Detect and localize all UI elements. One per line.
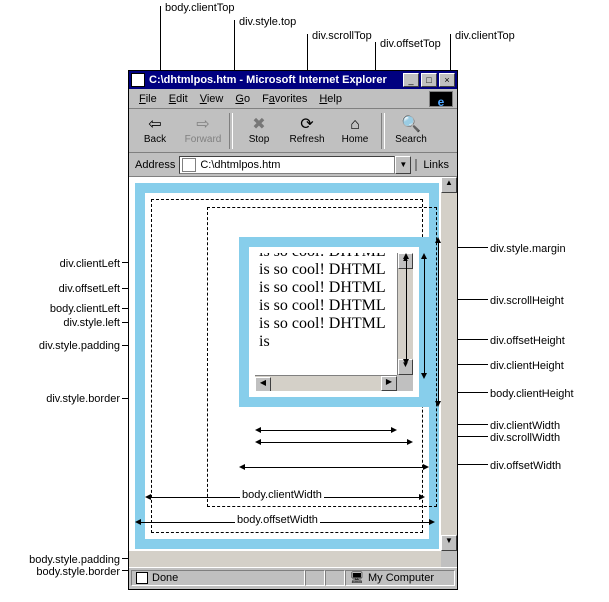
content-area: is so cool! DHTML is so cool! DHTML is s… [129,177,457,567]
menu-go[interactable]: Go [229,91,256,107]
window-title: C:\dhtmlpos.htm - Microsoft Internet Exp… [149,74,401,86]
menu-file[interactable]: File [133,91,163,107]
scrollbar-corner [441,551,457,567]
scroll-down-button[interactable]: ▼ [441,535,457,551]
search-icon: 🔍 [401,116,421,134]
label-div-style-border: div.style.border [40,393,120,405]
menu-help[interactable]: Help [313,91,348,107]
links-label[interactable]: Links [415,159,455,171]
page-icon [182,158,196,172]
home-icon: ⌂ [350,116,360,134]
address-bar: Address C:\dhtmlpos.htm ▼ Links [129,153,457,177]
label-div-style-padding: div.style.padding [30,340,120,352]
label-div-offsetWidth: div.offsetWidth [490,460,561,472]
address-value: C:\dhtmlpos.htm [200,159,280,171]
browser-window: C:\dhtmlpos.htm - Microsoft Internet Exp… [128,70,458,590]
minimize-button[interactable]: _ [403,73,419,87]
forward-arrow-icon: ⇨ [196,116,209,134]
dim-body-offsetWidth: body.offsetWidth [135,517,435,527]
label-div-clientTop: div.clientTop [455,30,515,42]
close-button[interactable]: × [439,73,455,87]
label-div-offsetHeight: div.offsetHeight [490,335,565,347]
scrollbar-corner [397,375,413,391]
title-bar: C:\dhtmlpos.htm - Microsoft Internet Exp… [129,71,457,89]
maximize-button[interactable]: □ [421,73,437,87]
label-div-scrollTop: div.scrollTop [312,30,372,42]
label-body-style-border: body.style.border [18,566,120,578]
status-pane [325,570,345,586]
status-bar: Done 🖥 My Computer [129,567,457,587]
label-div-clientWidth: div.clientWidth [490,420,560,432]
ie-logo-icon: e [429,91,453,107]
toolbar-separator [381,113,385,149]
dim-div-scrollWidth [255,437,413,447]
window-icon [131,73,145,87]
address-label: Address [131,159,179,171]
dim-div-scrollHeight [419,253,429,379]
label-div-style-top: div.style.top [239,16,296,28]
scroll-up-button[interactable]: ▲ [441,177,457,193]
address-dropdown[interactable]: ▼ [395,156,411,174]
stop-icon: ✖ [252,116,265,134]
refresh-icon: ⟳ [300,116,313,134]
status-done-text: Done [152,572,178,584]
menu-edit[interactable]: Edit [163,91,194,107]
label-div-style-margin: div.style.margin [490,243,566,255]
scroll-right-button[interactable]: ▶ [381,376,397,391]
label-div-offsetLeft: div.offsetLeft [48,283,120,295]
page-icon [136,572,148,584]
menu-favorites[interactable]: Favorites [256,91,313,107]
label-body-clientHeight: body.clientHeight [490,388,574,400]
label-div-clientLeft: div.clientLeft [48,258,120,270]
computer-icon: 🖥 [350,571,364,584]
div-client: is so cool! DHTML is so cool! DHTML is s… [255,253,413,391]
stop-button[interactable]: ✖Stop [235,111,283,151]
label-body-clientLeft: body.clientLeft [36,303,120,315]
back-button[interactable]: ⇦Back [131,111,179,151]
status-zone-text: My Computer [368,572,434,584]
menu-view[interactable]: View [194,91,230,107]
label-body-clientTop: body.clientTop [165,2,235,14]
search-button[interactable]: 🔍Search [387,111,435,151]
scroll-left-button[interactable]: ◀ [255,377,271,391]
toolbar: ⇦Back ⇨Forward ✖Stop ⟳Refresh ⌂Home 🔍Sea… [129,109,457,153]
address-input[interactable]: C:\dhtmlpos.htm [179,156,395,174]
label-div-scrollHeight: div.scrollHeight [490,295,564,307]
div-text-content: is so cool! DHTML is so cool! DHTML is s… [259,253,393,351]
back-arrow-icon: ⇦ [148,116,161,134]
dim-div-offsetWidth [239,462,429,472]
body-scrollbar-vertical[interactable]: ▲ ▼ [441,177,457,551]
div-scrollbar-horizontal[interactable]: ◀ ▶ [255,375,413,391]
dim-div-clientWidth [255,425,397,435]
dim-div-clientHeight [401,253,411,365]
forward-button[interactable]: ⇨Forward [179,111,227,151]
label-div-clientHeight: div.clientHeight [490,360,564,372]
refresh-button[interactable]: ⟳Refresh [283,111,331,151]
menu-bar: File Edit View Go Favorites Help e [129,89,457,109]
label-div-style-left: div.style.left [56,317,120,329]
label-div-scrollWidth: div.scrollWidth [490,432,560,444]
toolbar-separator [229,113,233,149]
home-button[interactable]: ⌂Home [331,111,379,151]
label-body-style-padding: body.style.padding [14,554,120,566]
body-scrollbar-horizontal[interactable] [129,551,457,567]
label-div-offsetTop: div.offsetTop [380,38,441,50]
status-zone-pane: 🖥 My Computer [345,570,455,586]
dim-body-clientWidth: body.clientWidth [145,492,425,502]
status-done-pane: Done [131,570,305,586]
status-pane [305,570,325,586]
